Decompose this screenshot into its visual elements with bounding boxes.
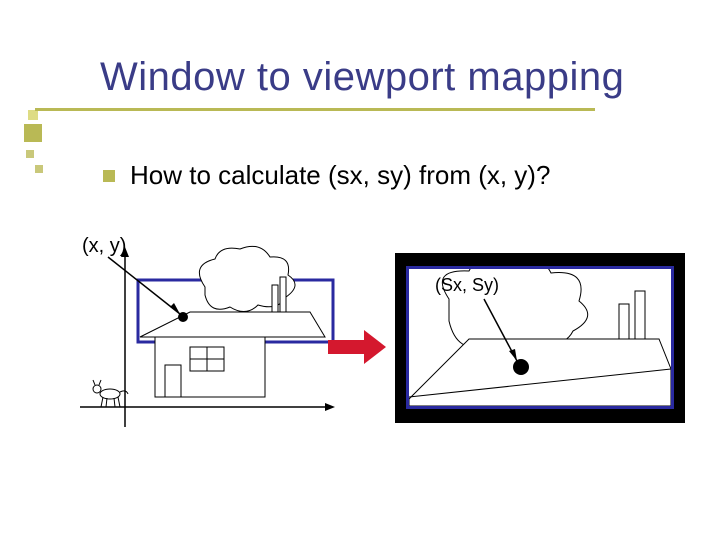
title-underline (35, 108, 595, 111)
bullet-square-icon (103, 170, 115, 182)
world-space-diagram (70, 237, 340, 447)
mapping-arrow-icon (328, 330, 386, 364)
slide-title: Window to viewport mapping (100, 55, 624, 100)
label-screen-point: (Sx, Sy) (435, 275, 499, 296)
bullet-item: How to calculate (sx, sy) from (x, y)? (103, 160, 550, 191)
slide-deco-squares (24, 110, 48, 250)
bullet-text: How to calculate (sx, sy) from (x, y)? (130, 160, 550, 191)
